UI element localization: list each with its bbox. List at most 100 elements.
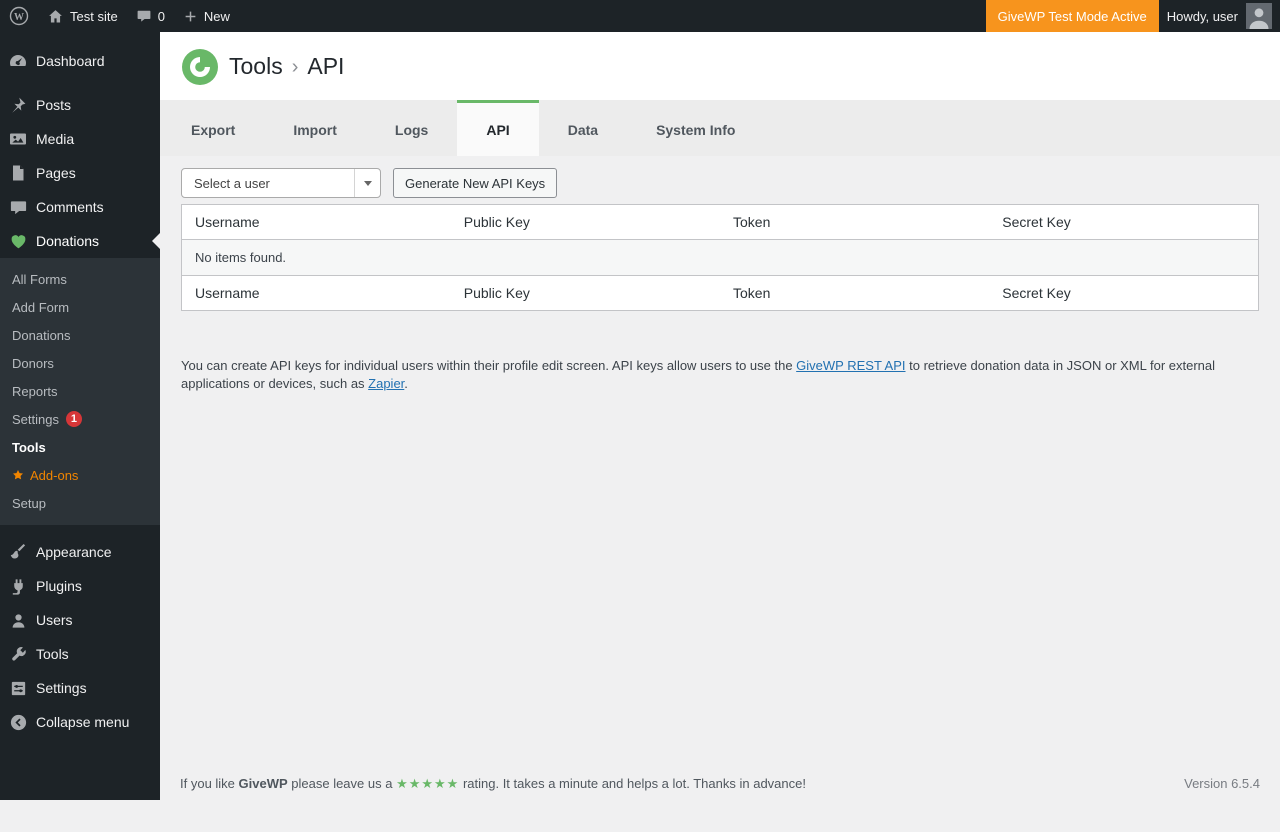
sidebar-item-appearance[interactable]: Appearance [0,535,160,569]
breadcrumb-current: API [307,53,344,80]
comments-count: 0 [158,9,165,24]
sidebar-item-label: Media [36,131,74,147]
breadcrumb-parent: Tools [229,53,283,80]
submenu-item-all-forms[interactable]: All Forms [0,265,160,293]
sidebar-item-label: Donations [36,233,99,249]
comments-icon [0,198,36,217]
chevron-down-icon [354,169,380,197]
tab-data[interactable]: Data [539,100,627,156]
page-header: Tools › API [160,32,1280,100]
zapier-link[interactable]: Zapier [368,376,404,391]
howdy-text: Howdy, user [1167,9,1238,24]
submenu-item-setup[interactable]: Setup [0,489,160,517]
version-text: Version 6.5.4 [1184,776,1260,791]
column-header-secret-key: Secret Key [989,276,1258,311]
submenu-item-add-ons[interactable]: Add-ons [0,461,160,489]
tab-export[interactable]: Export [162,100,264,156]
tab-import[interactable]: Import [264,100,366,156]
new-label: New [204,9,230,24]
tab-api[interactable]: API [457,100,538,156]
user-select-value: Select a user [194,176,270,191]
plug-icon [0,577,36,596]
pushpin-icon [0,95,36,115]
submenu-item-donors[interactable]: Donors [0,349,160,377]
settings-icon [0,679,36,698]
settings-tabs: Export Import Logs API Data System Info [160,100,1280,156]
footer-text: If you like [180,776,239,791]
description-text: . [404,376,408,391]
site-name-link[interactable]: Test site [38,0,127,32]
rating-stars-link[interactable]: ★★★★★ [396,776,459,791]
givewp-logo-icon [182,49,218,85]
plus-icon [183,9,198,24]
sidebar-item-donations[interactable]: Donations [0,224,160,258]
footer-rating-text: If you like GiveWP please leave us a ★★★… [180,776,806,792]
page-footer: If you like GiveWP please leave us a ★★★… [180,776,1260,792]
donations-submenu: All Forms Add Form Donations Donors Repo… [0,258,160,525]
submenu-item-settings[interactable]: Settings 1 [0,405,160,433]
admin-sidebar: Dashboard Posts Media Pages Comments [0,32,160,800]
wordpress-logo-icon: W [9,6,29,26]
column-header-public-key: Public Key [451,276,720,311]
breadcrumb-separator-icon: › [292,55,299,79]
submenu-item-label: Add-ons [30,468,78,483]
menu-separator [0,525,160,535]
collapse-arrow-icon [0,713,36,732]
sidebar-item-settings[interactable]: Settings [0,671,160,705]
sidebar-item-posts[interactable]: Posts [0,88,160,122]
submenu-item-tools[interactable]: Tools [0,433,160,461]
paintbrush-icon [0,542,36,562]
star-icon [12,469,24,481]
sidebar-item-label: Settings [36,680,87,696]
submenu-item-add-form[interactable]: Add Form [0,293,160,321]
wordpress-logo-menu[interactable]: W [0,0,38,32]
sidebar-item-label: Dashboard [36,53,105,69]
user-select[interactable]: Select a user [181,168,381,198]
sidebar-item-pages[interactable]: Pages [0,156,160,190]
sidebar-item-media[interactable]: Media [0,122,160,156]
wrench-icon [0,645,36,664]
tab-system-info[interactable]: System Info [627,100,764,156]
sidebar-item-collapse-menu[interactable]: Collapse menu [0,705,160,739]
svg-text:W: W [14,12,24,23]
sidebar-item-dashboard[interactable]: Dashboard [0,44,160,78]
test-mode-badge[interactable]: GiveWP Test Mode Active [986,0,1159,32]
submenu-item-donations[interactable]: Donations [0,321,160,349]
givewp-brand: GiveWP [239,776,288,791]
comment-bubble-icon [136,8,152,24]
sidebar-item-label: Pages [36,165,76,181]
comments-link[interactable]: 0 [127,0,174,32]
account-menu[interactable]: Howdy, user [1159,0,1280,32]
sidebar-item-tools[interactable]: Tools [0,637,160,671]
dashboard-icon [0,51,36,71]
new-content-link[interactable]: New [174,0,239,32]
home-icon [47,8,64,25]
column-header-token: Token [720,276,989,311]
media-icon [0,129,36,149]
current-menu-arrow [152,233,160,249]
generate-api-keys-button[interactable]: Generate New API Keys [393,168,557,198]
tab-logs[interactable]: Logs [366,100,457,156]
column-header-username: Username [182,276,451,311]
update-count-badge: 1 [66,411,82,427]
admin-bar: W Test site 0 New GiveWP Test Mode Activ… [0,0,1280,32]
empty-row: No items found. [182,240,1259,276]
api-description: You can create API keys for individual u… [181,357,1241,393]
footer-text: please leave us a [288,776,396,791]
table-footer-row: Username Public Key Token Secret Key [182,276,1259,311]
sidebar-item-label: Plugins [36,578,82,594]
description-text: You can create API keys for individual u… [181,358,796,373]
sidebar-item-comments[interactable]: Comments [0,190,160,224]
column-header-secret-key: Secret Key [989,205,1258,240]
submenu-item-reports[interactable]: Reports [0,377,160,405]
sidebar-item-label: Collapse menu [36,714,129,730]
site-name: Test site [70,9,118,24]
sidebar-item-plugins[interactable]: Plugins [0,569,160,603]
sidebar-item-users[interactable]: Users [0,603,160,637]
column-header-token: Token [720,205,989,240]
sidebar-item-label: Posts [36,97,71,113]
menu-separator [0,78,160,88]
user-avatar [1246,3,1272,29]
givewp-rest-api-link[interactable]: GiveWP REST API [796,358,905,373]
sidebar-item-label: Appearance [36,544,112,560]
